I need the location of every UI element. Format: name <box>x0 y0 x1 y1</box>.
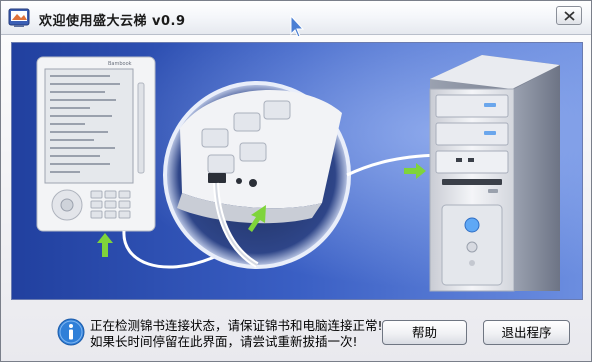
main-window: 欢迎使用盛大云梯 v0.9 Bambook 正在检测锦书连接状态，请保证锦书和电… <box>0 0 592 362</box>
status-footer: 正在检测锦书连接状态，请保证锦书和电脑连接正常! 如果长时间停留在此界面，请尝试… <box>1 306 591 361</box>
connection-illustration: Bambook <box>11 42 583 300</box>
window-title: 欢迎使用盛大云梯 v0.9 <box>39 14 186 29</box>
magnifier-lens <box>163 81 351 269</box>
status-line-2: 如果长时间停留在此界面，请尝试重新拔插一次! <box>90 334 358 349</box>
status-line-1: 正在检测锦书连接状态，请保证锦书和电脑连接正常! <box>90 318 383 333</box>
device-brand-label: Bambook <box>108 61 132 67</box>
app-icon <box>8 8 30 27</box>
cursor-icon <box>290 15 305 38</box>
help-button[interactable]: 帮助 <box>382 320 467 345</box>
pc-tower <box>429 55 560 292</box>
info-icon <box>57 318 85 346</box>
close-button[interactable] <box>556 6 582 25</box>
status-message: 正在检测锦书连接状态，请保证锦书和电脑连接正常! 如果长时间停留在此界面，请尝试… <box>90 318 383 350</box>
close-icon <box>564 11 575 21</box>
ereader-device: Bambook <box>36 56 156 232</box>
exit-button[interactable]: 退出程序 <box>483 320 570 345</box>
